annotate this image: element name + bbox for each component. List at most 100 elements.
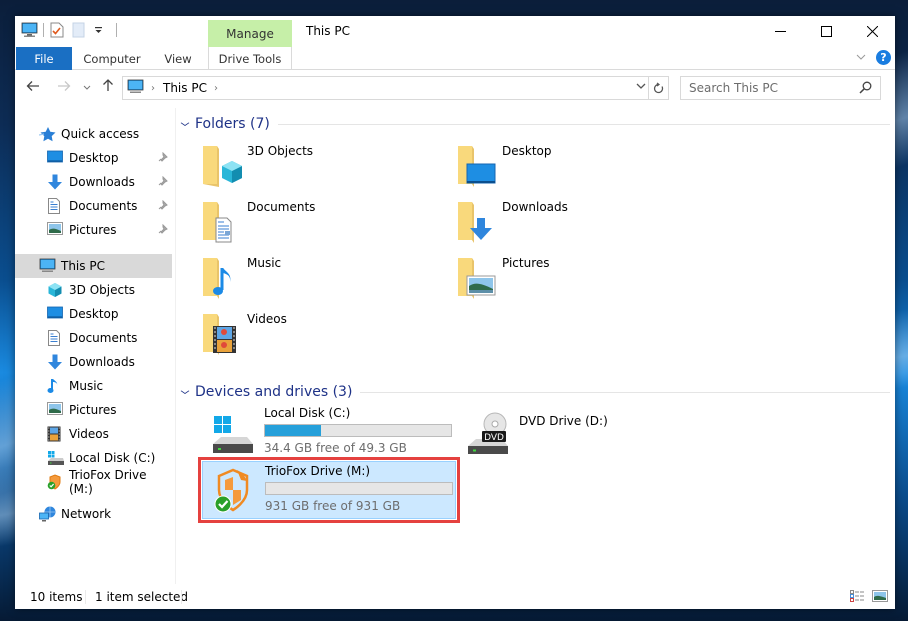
3d-objects-folder-icon	[200, 142, 248, 190]
search-input[interactable]	[689, 81, 849, 95]
nav-item-downloads-pc[interactable]: Downloads	[15, 350, 172, 374]
nav-item-desktop[interactable]: Desktop	[15, 146, 172, 170]
desktop-icon	[47, 306, 63, 322]
search-box	[680, 76, 881, 100]
recent-locations-button[interactable]	[77, 83, 97, 92]
group-title: Folders (7)	[195, 116, 270, 132]
close-icon	[866, 26, 878, 37]
folder-tile-documents[interactable]: Documents	[180, 198, 420, 250]
breadcrumb-this-pc[interactable]: This PC	[163, 81, 207, 95]
details-view-icon	[850, 590, 864, 602]
minimize-button[interactable]	[757, 16, 803, 47]
nav-label: Network	[61, 507, 112, 521]
expand-ribbon-icon[interactable]	[856, 52, 866, 63]
address-history-dropdown[interactable]	[636, 81, 646, 92]
computer-icon[interactable]	[21, 22, 38, 38]
nav-item-pictures[interactable]: Pictures	[15, 218, 172, 242]
tab-file[interactable]: File	[16, 47, 72, 70]
tab-drive-tools[interactable]: Drive Tools	[208, 47, 292, 70]
network-icon	[39, 506, 56, 522]
folder-tile-downloads[interactable]: Downloads	[435, 198, 675, 250]
collapse-chevron-icon[interactable]	[180, 120, 190, 128]
nav-label: Downloads	[69, 355, 135, 369]
nav-item-quick-access[interactable]: Quick access	[15, 122, 172, 146]
folder-tile-music[interactable]: Music	[180, 254, 420, 306]
tab-computer[interactable]: Computer	[75, 47, 149, 70]
folder-tile-desktop[interactable]: Desktop	[435, 142, 675, 194]
triofox-drive-icon	[211, 466, 259, 514]
documents-icon	[47, 330, 63, 346]
maximize-button[interactable]	[803, 16, 849, 47]
nav-item-videos[interactable]: Videos	[15, 422, 172, 446]
nav-label: Pictures	[69, 223, 117, 237]
nav-item-local-disk[interactable]: Local Disk (C:)	[15, 446, 172, 470]
pin-icon[interactable]	[158, 175, 168, 189]
drive-tile-local-disk[interactable]: Local Disk (C:) 34.4 GB free of 49.3 GB	[202, 404, 456, 462]
forward-button[interactable]	[54, 78, 74, 96]
close-button[interactable]	[849, 16, 895, 47]
nav-label: Downloads	[69, 175, 135, 189]
folder-tile-pictures[interactable]: Pictures	[435, 254, 675, 306]
customize-dropdown-icon[interactable]	[94, 22, 110, 38]
nav-item-triofox-drive[interactable]: TrioFox Drive (M:)	[15, 468, 172, 496]
nav-item-this-pc[interactable]: This PC	[15, 254, 172, 278]
file-explorer-window: Manage This PC File Computer View Drive …	[15, 16, 895, 609]
properties-icon[interactable]	[50, 22, 66, 38]
drive-tile-triofox[interactable]: TrioFox Drive (M:) 931 GB free of 931 GB	[198, 457, 460, 523]
drive-usage-bar	[264, 424, 452, 437]
folder-label: Documents	[247, 200, 316, 214]
drive-tile-dvd[interactable]: DVD DVD Drive (D:)	[457, 404, 711, 462]
folder-tile-videos[interactable]: Videos	[180, 310, 420, 362]
folder-label: Desktop	[502, 144, 552, 158]
pin-icon[interactable]	[158, 223, 168, 237]
manage-contextual-tab[interactable]: Manage	[208, 20, 292, 47]
details-view-button[interactable]	[850, 590, 866, 604]
new-folder-icon[interactable]	[72, 22, 88, 38]
refresh-button[interactable]	[648, 77, 668, 99]
help-icon[interactable]: ?	[876, 50, 891, 65]
folder-label: Pictures	[502, 256, 550, 270]
nav-item-documents[interactable]: Documents	[15, 194, 172, 218]
pane-divider[interactable]	[175, 108, 176, 584]
title-bar: Manage This PC	[15, 16, 895, 47]
nav-item-pictures-pc[interactable]: Pictures	[15, 398, 172, 422]
ribbon-right-controls: ?	[856, 50, 891, 65]
videos-folder-icon	[200, 310, 248, 358]
nav-item-documents-pc[interactable]: Documents	[15, 326, 172, 350]
videos-icon	[47, 426, 63, 442]
nav-label: Pictures	[69, 403, 117, 417]
address-bar[interactable]: › This PC ›	[122, 76, 669, 100]
search-icon[interactable]	[859, 81, 872, 97]
nav-item-music[interactable]: Music	[15, 374, 172, 398]
drive-free-space: 931 GB free of 931 GB	[265, 499, 401, 513]
nav-item-network[interactable]: Network	[15, 502, 172, 526]
drive-name: Local Disk (C:)	[264, 406, 351, 420]
navigation-pane: Quick access Desktop Downloads Documents	[15, 114, 173, 584]
nav-item-3d-objects[interactable]: 3D Objects	[15, 278, 172, 302]
up-button[interactable]	[98, 78, 118, 96]
breadcrumb-separator: ›	[151, 82, 155, 94]
nav-item-desktop-pc[interactable]: Desktop	[15, 302, 172, 326]
back-button[interactable]	[23, 78, 43, 96]
breadcrumb-separator[interactable]: ›	[214, 83, 218, 94]
toolbar-separator	[116, 23, 117, 37]
minimize-icon	[774, 31, 786, 32]
pin-icon[interactable]	[158, 151, 168, 165]
local-disk-icon	[210, 410, 258, 458]
drive-name: DVD Drive (D:)	[519, 414, 608, 428]
group-header-devices[interactable]: Devices and drives (3)	[180, 382, 890, 402]
quick-access-star-icon	[38, 126, 56, 142]
folder-tile-3d-objects[interactable]: 3D Objects	[180, 142, 420, 194]
status-separator	[85, 590, 86, 604]
large-icons-view-button[interactable]	[872, 590, 888, 604]
item-count: 10 items	[30, 590, 83, 604]
collapse-chevron-icon[interactable]	[180, 388, 190, 396]
tab-view[interactable]: View	[153, 47, 203, 70]
group-header-folders[interactable]: Folders (7)	[180, 114, 890, 134]
dvd-drive-icon: DVD	[465, 410, 513, 458]
folder-label: Music	[247, 256, 282, 270]
nav-item-downloads[interactable]: Downloads	[15, 170, 172, 194]
chevron-down-icon	[636, 83, 646, 89]
folder-label: Downloads	[502, 200, 568, 214]
pin-icon[interactable]	[158, 199, 168, 213]
